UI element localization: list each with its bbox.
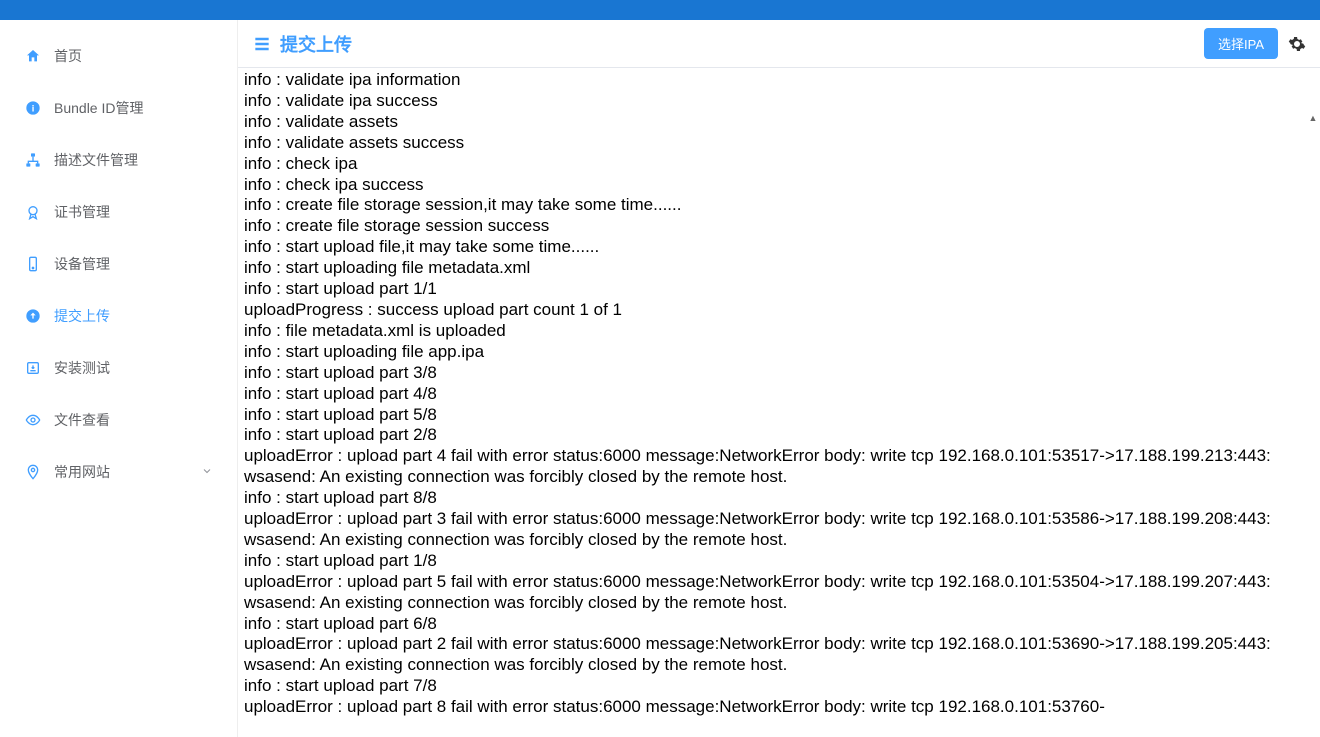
log-line: info : validate assets: [244, 112, 1314, 133]
log-line: info : start upload part 7/8: [244, 676, 1314, 697]
log-line: uploadError : upload part 3 fail with er…: [244, 509, 1314, 551]
sidebar-item-cert[interactable]: 证书管理: [0, 186, 237, 238]
sidebar-item-file-view[interactable]: 文件查看: [0, 394, 237, 446]
upload-icon: [24, 307, 42, 325]
sitemap-icon: [24, 151, 42, 169]
header-left: 提交上传: [252, 31, 352, 57]
sidebar-item-label: 安装测试: [54, 358, 110, 378]
pin-icon: [24, 463, 42, 481]
sidebar-item-profile[interactable]: 描述文件管理: [0, 134, 237, 186]
log-line: info : validate assets success: [244, 133, 1314, 154]
scrollbar-up-icon[interactable]: ▲: [1308, 112, 1318, 124]
log-line: info : check ipa success: [244, 175, 1314, 196]
log-line: uploadError : upload part 5 fail with er…: [244, 572, 1314, 614]
log-line: info : start upload part 2/8: [244, 425, 1314, 446]
log-line: info : start uploading file metadata.xml: [244, 258, 1314, 279]
log-line: info : start upload part 6/8: [244, 614, 1314, 635]
log-line: info : file metadata.xml is uploaded: [244, 321, 1314, 342]
sidebar-item-label: 文件查看: [54, 410, 110, 430]
log-line: info : start upload part 8/8: [244, 488, 1314, 509]
sidebar-item-label: 提交上传: [54, 306, 110, 326]
log-line: info : start upload part 1/1: [244, 279, 1314, 300]
log-line: uploadProgress : success upload part cou…: [244, 300, 1314, 321]
sidebar-item-label: 描述文件管理: [54, 150, 138, 170]
log-line: uploadError : upload part 2 fail with er…: [244, 634, 1314, 676]
sidebar-item-label: Bundle ID管理: [54, 98, 143, 118]
log-line: info : start uploading file app.ipa: [244, 342, 1314, 363]
device-icon: [24, 255, 42, 273]
log-line: info : check ipa: [244, 154, 1314, 175]
page-title: 提交上传: [280, 31, 352, 57]
log-line: info : create file storage session succe…: [244, 216, 1314, 237]
sidebar-item-upload[interactable]: 提交上传: [0, 290, 237, 342]
eye-icon: [24, 411, 42, 429]
chevron-down-icon: [201, 464, 213, 480]
sidebar-item-websites[interactable]: 常用网站: [0, 446, 237, 498]
log-line: info : start upload part 4/8: [244, 384, 1314, 405]
select-ipa-button[interactable]: 选择IPA: [1204, 28, 1278, 59]
sidebar-item-label: 常用网站: [54, 462, 110, 482]
sidebar: 首页 i Bundle ID管理 描述文件管理 证书管理 设备管理: [0, 20, 238, 737]
cert-icon: [24, 203, 42, 221]
header: 提交上传 选择IPA: [238, 20, 1320, 68]
sidebar-item-install-test[interactable]: 安装测试: [0, 342, 237, 394]
log-line: info : start upload part 3/8: [244, 363, 1314, 384]
log-container[interactable]: ▲ info : validate ipa informationinfo : …: [238, 68, 1320, 737]
main: 提交上传 选择IPA ▲ info : validate ipa informa…: [238, 20, 1320, 737]
svg-text:i: i: [32, 103, 35, 113]
log-line: uploadError : upload part 8 fail with er…: [244, 697, 1314, 718]
sidebar-item-bundle-id[interactable]: i Bundle ID管理: [0, 82, 237, 134]
menu-icon[interactable]: [252, 34, 272, 54]
sidebar-item-label: 证书管理: [54, 202, 110, 222]
log-line: info : create file storage session,it ma…: [244, 195, 1314, 216]
home-icon: [24, 47, 42, 65]
sidebar-item-label: 设备管理: [54, 254, 110, 274]
top-bar: [0, 0, 1320, 20]
info-icon: i: [24, 99, 42, 117]
sidebar-item-home[interactable]: 首页: [0, 30, 237, 82]
install-icon: [24, 359, 42, 377]
log-line: info : validate ipa information: [244, 70, 1314, 91]
sidebar-item-device[interactable]: 设备管理: [0, 238, 237, 290]
log-line: info : start upload file,it may take som…: [244, 237, 1314, 258]
log-line: info : validate ipa success: [244, 91, 1314, 112]
log-line: uploadError : upload part 4 fail with er…: [244, 446, 1314, 488]
gear-icon[interactable]: [1288, 35, 1306, 53]
log-line: info : start upload part 1/8: [244, 551, 1314, 572]
header-right: 选择IPA: [1204, 28, 1306, 59]
layout: 首页 i Bundle ID管理 描述文件管理 证书管理 设备管理: [0, 20, 1320, 737]
log-line: info : start upload part 5/8: [244, 405, 1314, 426]
sidebar-item-label: 首页: [54, 46, 82, 66]
